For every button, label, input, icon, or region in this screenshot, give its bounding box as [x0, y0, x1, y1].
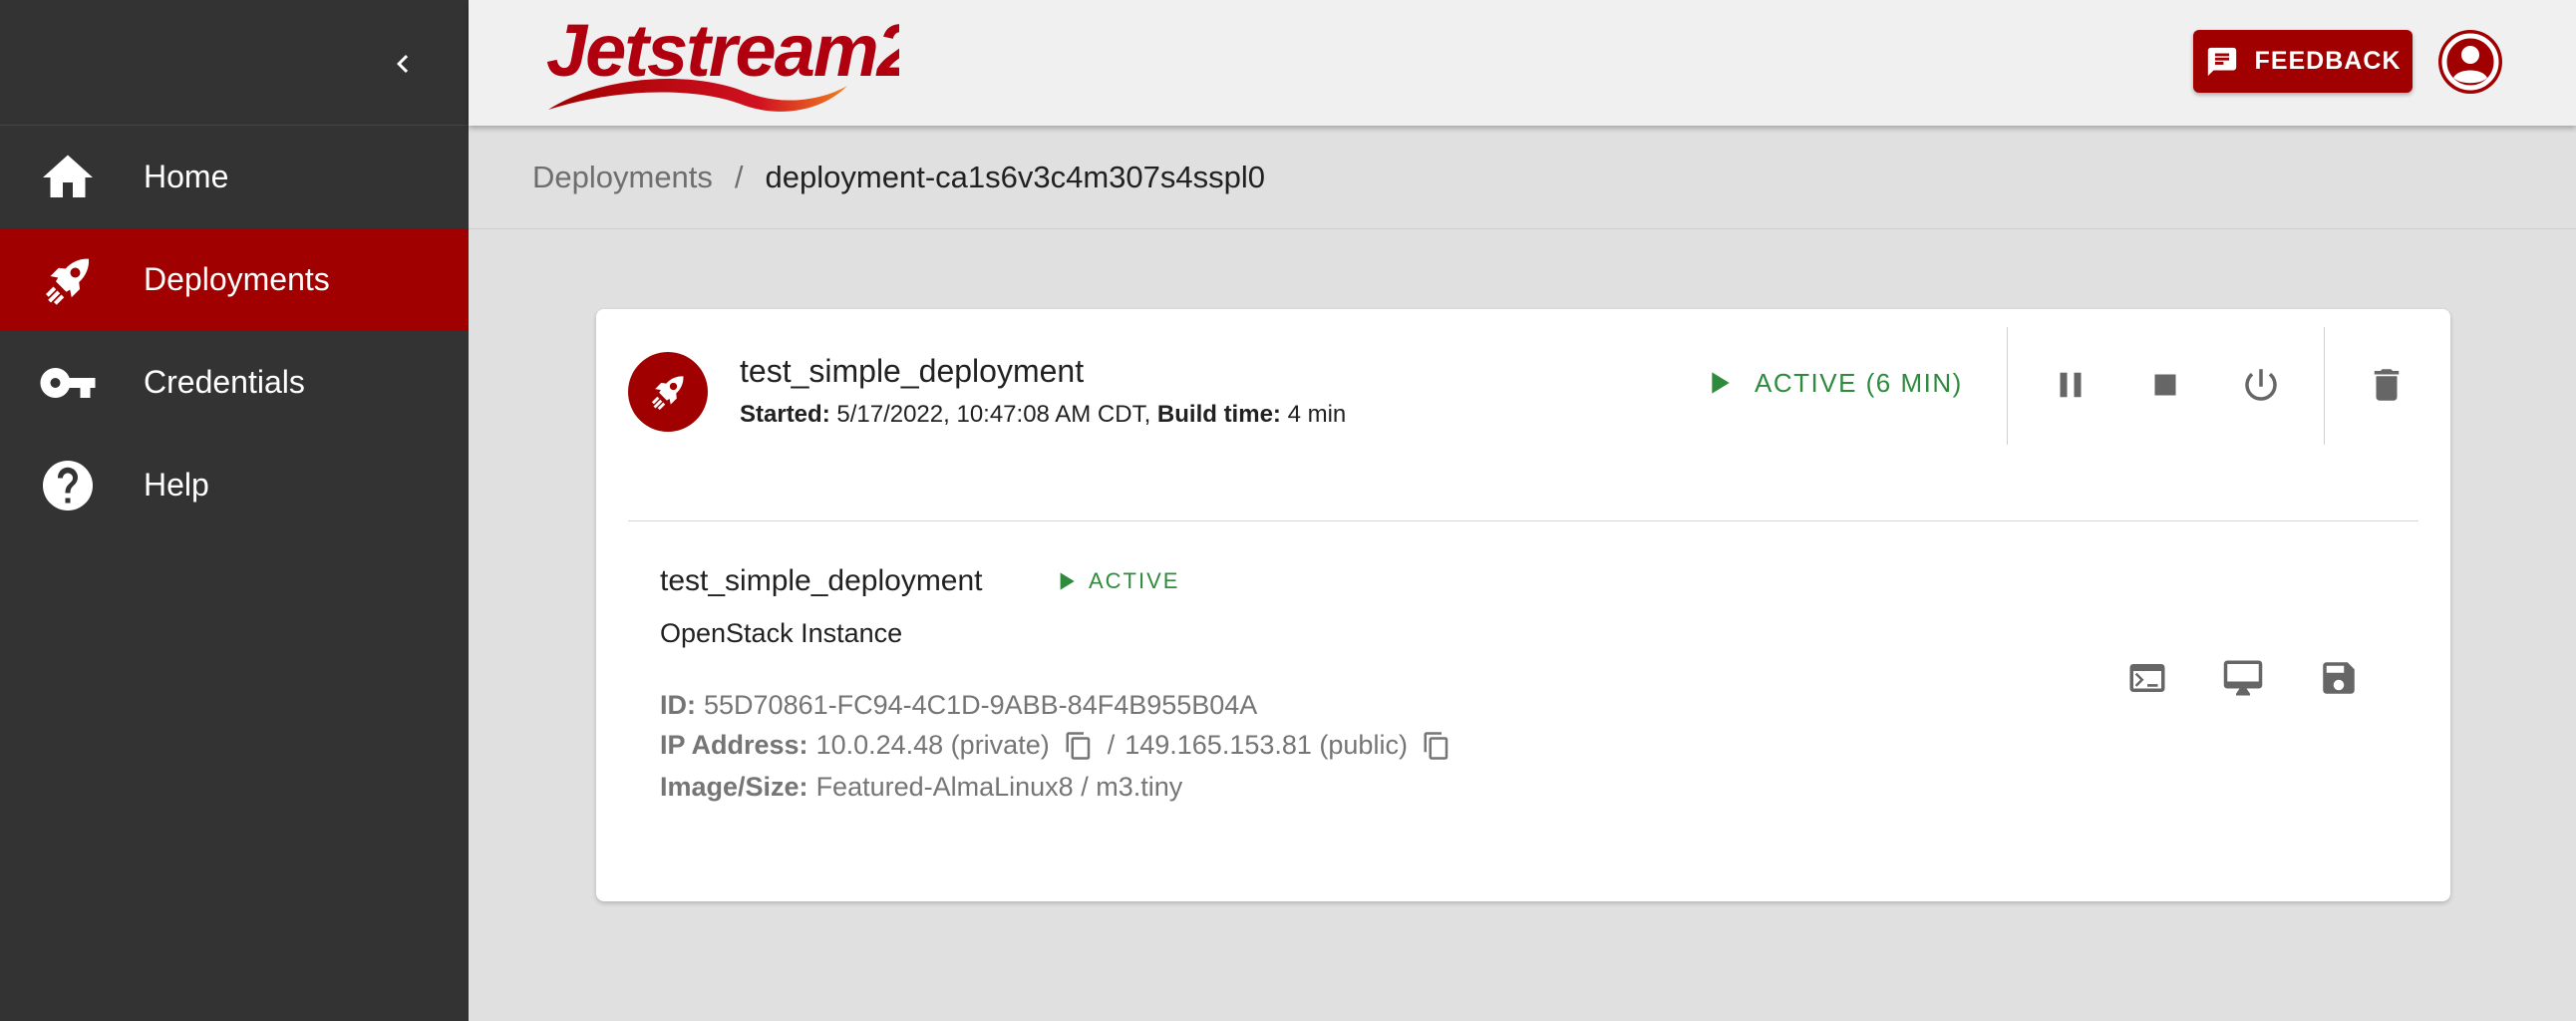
- pause-icon: [2060, 372, 2082, 398]
- ip-public: 149.165.153.81 (public): [1125, 730, 1408, 760]
- desktop-icon: [2223, 660, 2263, 696]
- jetstream2-logo[interactable]: Jetstream2: [540, 6, 920, 116]
- sidebar-item-label: Home: [144, 159, 229, 194]
- ip-separator: /: [1107, 730, 1116, 760]
- stop-button[interactable]: [2139, 359, 2191, 411]
- build-time-label: Build time:: [1156, 401, 1281, 428]
- save-icon: [2323, 662, 2355, 694]
- sidebar-item-help[interactable]: Help: [0, 434, 469, 536]
- instance-ip-line: IP Address: 10.0.24.48 (private) / 149.1…: [660, 730, 1465, 761]
- play-icon: [1712, 372, 1730, 394]
- copy-public-ip-icon[interactable]: [1422, 731, 1451, 761]
- instance-image-line: Image/Size: Featured-AlmaLinux8 / m3.tin…: [660, 772, 1182, 803]
- rocket-icon: [651, 376, 684, 411]
- instance-type: OpenStack Instance: [660, 618, 903, 648]
- stop-icon: [2154, 374, 2176, 396]
- breadcrumb-deployments-link[interactable]: Deployments: [532, 160, 713, 195]
- deployment-avatar: [628, 352, 708, 432]
- rocket-icon: [36, 248, 100, 312]
- sidebar-header: [0, 0, 469, 126]
- instance-status: ACTIVE: [1053, 568, 1179, 594]
- deployment-title: test_simple_deployment: [740, 353, 1085, 389]
- chevron-left-icon: [397, 55, 409, 73]
- instance-id-line: ID: 55D70861-FC94-4C1D-9ABB-84F4B955B04A: [660, 690, 1257, 721]
- deployment-status: ACTIVE (6 MIN): [1703, 367, 1963, 399]
- web-desktop-button[interactable]: [2217, 652, 2269, 704]
- terminal-icon: [2129, 664, 2165, 692]
- sidebar-item-credentials[interactable]: Credentials: [0, 331, 469, 434]
- sidebar-item-home[interactable]: Home: [0, 126, 469, 228]
- help-icon: [36, 454, 100, 517]
- id-label: ID:: [660, 690, 696, 720]
- instance-title: test_simple_deployment: [660, 564, 983, 597]
- image-value: Featured-AlmaLinux8 / m3.tiny: [815, 772, 1183, 802]
- ip-label: IP Address:: [660, 730, 808, 760]
- save-volume-button[interactable]: [2313, 652, 2365, 704]
- play-icon: [1060, 572, 1075, 590]
- web-shell-button[interactable]: [2121, 652, 2173, 704]
- image-label: Image/Size:: [660, 772, 808, 802]
- build-time-value: 4 min: [1287, 401, 1347, 428]
- divider: [2007, 327, 2008, 445]
- divider: [2324, 327, 2325, 445]
- delete-button[interactable]: [2361, 359, 2413, 411]
- started-value: 5/17/2022, 10:47:08 AM CDT,: [836, 401, 1151, 428]
- feedback-button[interactable]: FEEDBACK: [2193, 30, 2413, 93]
- sidebar: Home Deployments Credentials Help: [0, 0, 469, 1021]
- instance-status-text: ACTIVE: [1089, 568, 1180, 593]
- power-button[interactable]: [2235, 359, 2287, 411]
- home-icon: [36, 146, 100, 209]
- breadcrumb: Deployments / deployment-ca1s6v3c4m307s4…: [469, 126, 2576, 229]
- power-icon: [2245, 369, 2277, 401]
- sidebar-item-label: Deployments: [144, 261, 330, 297]
- id-value: 55D70861-FC94-4C1D-9ABB-84F4B955B04A: [704, 690, 1258, 720]
- account-avatar-button[interactable]: [2438, 30, 2502, 94]
- deployment-subtitle: Started: 5/17/2022, 10:47:08 AM CDT, Bui…: [740, 401, 1346, 429]
- breadcrumb-separator: /: [734, 159, 744, 194]
- svg-text:Jetstream2: Jetstream2: [546, 9, 899, 92]
- trash-icon: [2374, 369, 2400, 401]
- sidebar-item-deployments[interactable]: Deployments: [0, 228, 469, 331]
- card-divider: [628, 520, 2418, 521]
- top-app-bar: Jetstream2 FEEDBACK: [469, 0, 2576, 126]
- breadcrumb-current: deployment-ca1s6v3c4m307s4sspl0: [765, 159, 1265, 194]
- account-icon: [2441, 33, 2499, 91]
- deployment-status-text: ACTIVE (6 MIN): [1755, 367, 1963, 398]
- pause-button[interactable]: [2045, 359, 2096, 411]
- feedback-icon: [2207, 47, 2236, 76]
- deployment-card: test_simple_deployment Started: 5/17/202…: [596, 309, 2450, 901]
- sidebar-item-label: Credentials: [144, 364, 305, 400]
- sidebar-item-label: Help: [144, 467, 209, 503]
- started-label: Started:: [740, 401, 830, 428]
- feedback-label: FEEDBACK: [2254, 47, 2402, 75]
- ip-private: 10.0.24.48 (private): [815, 730, 1050, 760]
- copy-private-ip-icon[interactable]: [1064, 731, 1094, 761]
- collapse-sidebar-button[interactable]: [381, 42, 425, 86]
- key-icon: [36, 351, 100, 415]
